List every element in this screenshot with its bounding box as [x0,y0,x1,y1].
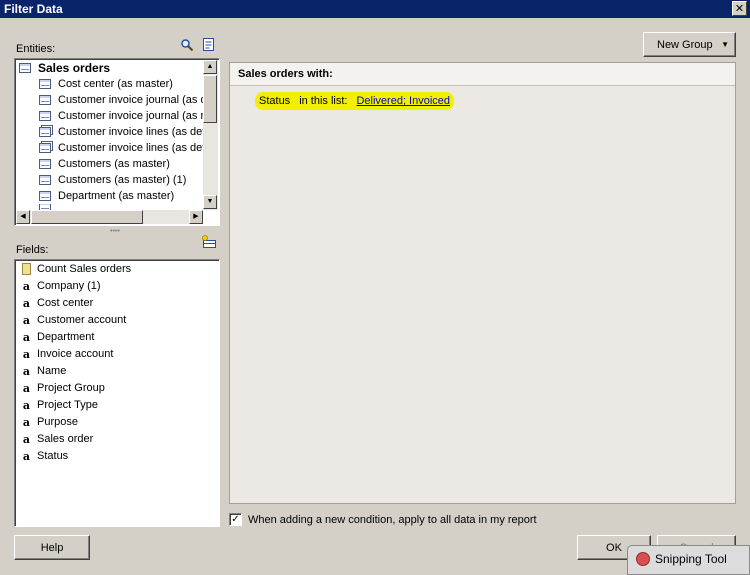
field-item[interactable]: a Project Type [22,397,98,413]
new-group-button[interactable]: New Group ▼ [643,32,736,57]
entities-vertical-scrollbar[interactable]: ▲ ▼ [203,60,218,210]
scroll-left-arrow-icon[interactable]: ◀ [16,210,30,224]
close-icon[interactable]: ✕ [732,1,747,16]
text-field-icon: a [22,347,31,361]
field-item-label: Customer account [37,314,127,326]
field-item-label: Purpose [37,416,78,428]
entities-horizontal-scrollbar[interactable]: ◀ ▶ [16,210,203,224]
entity-item[interactable]: Customers (as master) (1) [39,172,186,188]
scroll-down-arrow-icon[interactable]: ▼ [203,195,217,209]
filter-condition[interactable]: Status in this list: Delivered; Invoiced [255,92,455,110]
table-icon [39,191,51,201]
window-title: Filter Data [4,2,63,16]
multi-table-icon [39,143,51,153]
snipping-tool-taskbar-button[interactable]: Snipping Tool [627,545,750,575]
entity-item[interactable]: Customer invoice journal (as d [39,92,207,108]
field-item[interactable]: Count Sales orders [22,261,131,277]
table-icon [39,111,51,121]
scroll-thumb[interactable] [31,210,143,224]
entity-item-label: Customers (as master) [58,158,170,170]
entity-item[interactable]: Customers (as master) [39,156,170,172]
apply-all-checkbox[interactable]: ✓ [229,513,242,526]
text-field-icon: a [22,313,31,327]
table-icon [19,63,31,73]
entities-list[interactable]: Sales orders Cost center (as master) Cus… [14,58,220,226]
field-item[interactable]: a Status [22,448,68,464]
field-item-label: Department [37,331,95,343]
multi-table-icon [39,127,51,137]
field-item-label: Status [37,450,69,462]
field-item[interactable]: a Project Group [22,380,105,396]
search-icon[interactable] [180,38,194,52]
table-icon [39,159,51,169]
field-item[interactable]: a Purpose [22,414,78,430]
text-field-icon: a [22,296,31,310]
scroll-up-arrow-icon[interactable]: ▲ [203,60,217,74]
apply-all-label: When adding a new condition, apply to al… [248,514,537,526]
title-bar: Filter Data ✕ [0,0,750,18]
field-item[interactable]: a Invoice account [22,346,114,362]
snipping-tool-icon [636,552,650,566]
text-field-icon: a [22,449,31,463]
entity-item-label: Cost center (as master) [58,78,173,90]
fields-list[interactable]: Count Sales orders a Company (1) a Cost … [14,259,220,527]
text-field-icon: a [22,279,31,293]
condition-field[interactable]: Status [259,95,290,107]
dropdown-arrow-icon[interactable]: ▼ [721,40,729,49]
entity-item-label: Customer invoice lines (as deta [58,126,212,138]
table-icon [39,95,51,105]
field-item-label: Count Sales orders [37,263,132,275]
entity-item-label: Sales orders [38,61,111,75]
condition-operator[interactable]: in this list: [299,95,347,107]
field-item[interactable]: a Sales order [22,431,93,447]
field-item-label: Name [37,365,67,377]
entity-item[interactable]: Sales orders [19,60,110,76]
entity-item-label: Customer invoice journal (as d [58,94,207,106]
entity-item[interactable]: Customer invoice lines (as deta [39,140,211,156]
entity-item-label: Customers (as master) (1) [58,174,187,186]
field-item-label: Project Group [37,382,105,394]
text-field-icon: a [22,432,31,446]
add-field-icon[interactable] [201,235,216,249]
pane-splitter-grip[interactable]: •••• [110,228,120,235]
field-item[interactable]: a Department [22,329,95,345]
field-item-label: Project Type [37,399,98,411]
text-field-icon: a [22,398,31,412]
field-item[interactable]: a Company (1) [22,278,101,294]
entity-item-label: Customer invoice journal (as m [58,110,210,122]
count-field-icon [22,263,31,275]
scroll-thumb[interactable] [203,75,217,123]
filter-panel: Sales orders with: Status in this list: … [229,62,736,504]
entity-item[interactable]: Customer invoice journal (as m [39,108,210,124]
text-field-icon: a [22,330,31,344]
field-item-label: Cost center [37,297,94,309]
entities-label: Entities: [16,43,56,55]
entity-item-label: Customer invoice lines (as deta [58,142,212,154]
table-icon [39,79,51,89]
properties-icon[interactable] [202,37,216,51]
entity-item-label: Department (as master) [58,190,175,202]
field-item[interactable]: a Cost center [22,295,93,311]
text-field-icon: a [22,364,31,378]
entity-item[interactable]: Cost center (as master) [39,76,173,92]
scroll-right-arrow-icon[interactable]: ▶ [189,210,203,224]
entity-item[interactable]: Department (as master) [39,188,174,204]
field-item[interactable]: a Name [22,363,66,379]
text-field-icon: a [22,415,31,429]
entity-item[interactable]: Customer invoice lines (as deta [39,124,211,140]
filter-panel-header: Sales orders with: [230,63,735,86]
table-icon [39,175,51,185]
condition-value-link[interactable]: Delivered; Invoiced [356,95,450,107]
new-group-label: New Group [657,38,713,51]
snipping-tool-label: Snipping Tool [655,552,727,566]
field-item-label: Invoice account [37,348,114,360]
filter-heading: Sales orders with: [238,68,333,80]
help-button[interactable]: Help [14,535,90,560]
field-item-label: Sales order [37,433,94,445]
text-field-icon: a [22,381,31,395]
field-item-label: Company (1) [37,280,101,292]
field-item[interactable]: a Customer account [22,312,126,328]
fields-label: Fields: [16,244,49,256]
